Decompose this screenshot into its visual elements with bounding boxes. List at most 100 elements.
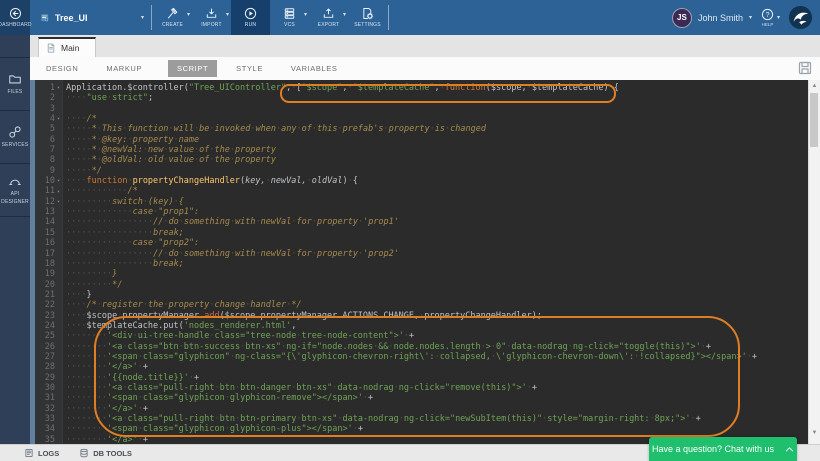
line-number[interactable]: 31: [35, 393, 62, 403]
line-number[interactable]: 28: [35, 362, 62, 372]
line-number[interactable]: 3: [35, 104, 62, 114]
fold-marker-icon[interactable]: ▾: [55, 197, 62, 207]
code-line[interactable]: 27········'<span·class="glyphicon"·ng-cl…: [35, 352, 809, 362]
code-line[interactable]: 26········'<a·class="btn·btn-success·btn…: [35, 342, 809, 352]
line-number[interactable]: 25: [35, 331, 62, 341]
line-number[interactable]: 23: [35, 311, 62, 321]
code-line[interactable]: 5·····*·This·function·will·be·invoked·wh…: [35, 124, 809, 134]
code-line[interactable]: 19·········}: [35, 269, 809, 279]
line-number[interactable]: 6: [35, 135, 62, 145]
subtab-design[interactable]: DESIGN: [44, 60, 80, 77]
code-line[interactable]: 31········'<span·class="glyphicon·glyphi…: [35, 393, 809, 403]
code-line[interactable]: 29········'{{node.title}}'·+: [35, 373, 809, 383]
subtab-variables[interactable]: VARIABLES: [289, 60, 340, 77]
fold-marker-icon[interactable]: ▾: [55, 83, 62, 93]
code-line[interactable]: 15·················break;: [35, 228, 809, 238]
code-line[interactable]: 7·····*·@newVal:·new·value·of·the·proper…: [35, 145, 809, 155]
line-number[interactable]: 12▾: [35, 197, 62, 207]
fold-marker-icon[interactable]: ▾: [55, 187, 62, 197]
line-number[interactable]: 20: [35, 280, 62, 290]
line-number[interactable]: 33: [35, 414, 62, 424]
code-line[interactable]: 16·············case·"prop2":: [35, 238, 809, 248]
code-line[interactable]: 24····$templateCache.put('nodes_renderer…: [35, 321, 809, 331]
line-number[interactable]: 26: [35, 342, 62, 352]
sidebar-item-api-designer[interactable]: API DESIGNER: [0, 164, 30, 217]
sidebar-item-files[interactable]: FILES: [0, 57, 30, 111]
fold-marker-icon[interactable]: ▾: [55, 114, 62, 124]
project-selector[interactable]: Tree_UI ▾: [30, 0, 150, 35]
line-number[interactable]: 9: [35, 166, 62, 176]
toolbar-button-import[interactable]: IMPORT▾: [192, 0, 231, 35]
code-line[interactable]: 30········'<a·class="pull-right·btn·btn-…: [35, 383, 809, 393]
line-number[interactable]: 19: [35, 269, 62, 279]
code-line[interactable]: 23····$scope.propertyManager.add($scope.…: [35, 311, 809, 321]
line-number[interactable]: 2: [35, 93, 62, 103]
line-number[interactable]: 14: [35, 217, 62, 227]
code-line[interactable]: 25········'<div·ui-tree-handle·class="tr…: [35, 331, 809, 341]
line-number[interactable]: 29: [35, 373, 62, 383]
scrollbar-thumb[interactable]: [810, 93, 818, 147]
line-number[interactable]: 21: [35, 290, 62, 300]
subtab-style[interactable]: STYLE: [234, 60, 265, 77]
line-number[interactable]: 4▾: [35, 114, 62, 124]
code-line[interactable]: 34········'<span·class="glyphicon·glyphi…: [35, 424, 809, 434]
line-number[interactable]: 15: [35, 228, 62, 238]
code-line[interactable]: 17·················//·do·something·with·…: [35, 249, 809, 259]
code-line[interactable]: 2····"use·strict";: [35, 93, 809, 103]
toolbar-button-create[interactable]: CREATE▾: [153, 0, 192, 35]
save-button[interactable]: [797, 60, 813, 81]
code-line[interactable]: 13·············case·"prop1":: [35, 207, 809, 217]
sidebar-item-services[interactable]: SERVICES: [0, 111, 30, 164]
line-number[interactable]: 18: [35, 259, 62, 269]
editor-scrollbar[interactable]: ▲ ▼: [808, 80, 820, 444]
line-number[interactable]: 5: [35, 124, 62, 134]
line-number[interactable]: 7: [35, 145, 62, 155]
line-number[interactable]: 30: [35, 383, 62, 393]
code-line[interactable]: 18·················break;: [35, 259, 809, 269]
scroll-up-icon[interactable]: ▲: [809, 81, 820, 91]
code-line[interactable]: 3: [35, 104, 809, 114]
code-line[interactable]: 11▾············/*: [35, 186, 809, 196]
line-number[interactable]: 16: [35, 238, 62, 248]
code-line[interactable]: 22····/*·register·the·property·change·ha…: [35, 300, 809, 310]
line-number[interactable]: 32: [35, 404, 62, 414]
user-menu[interactable]: JS John Smith ▾: [672, 8, 752, 28]
code-line[interactable]: 8·····*·@oldVal:·old·value·of·the·proper…: [35, 155, 809, 165]
line-number[interactable]: 11▾: [35, 186, 62, 196]
tab-main[interactable]: Main: [38, 37, 96, 57]
line-number[interactable]: 1▾: [35, 83, 62, 93]
code-line[interactable]: 21····}: [35, 290, 809, 300]
line-number[interactable]: 35: [35, 435, 62, 444]
line-number[interactable]: 17: [35, 249, 62, 259]
code-line[interactable]: 10▾····function·propertyChangeHandler(ke…: [35, 176, 809, 186]
line-number[interactable]: 22: [35, 300, 62, 310]
toolbar-button-settings[interactable]: SETTINGS: [348, 0, 387, 35]
code-line[interactable]: 9·····*/: [35, 166, 809, 176]
help-menu[interactable]: ? HELP ▾: [761, 8, 780, 27]
code-line[interactable]: 1▾Application.$controller("Tree_UIContro…: [35, 83, 809, 93]
line-number[interactable]: 24: [35, 321, 62, 331]
subtab-script[interactable]: SCRIPT: [168, 60, 217, 77]
subtab-markup[interactable]: MARKUP: [104, 60, 144, 77]
line-number[interactable]: 10▾: [35, 176, 62, 186]
code-line[interactable]: 14·················//·do·something·with·…: [35, 217, 809, 227]
fold-marker-icon[interactable]: ▾: [55, 176, 62, 186]
code-line[interactable]: 6·····*·@key:·property·name: [35, 135, 809, 145]
toolbar-button-export[interactable]: EXPORT▾: [309, 0, 348, 35]
code-line[interactable]: 32········'</a>'·+: [35, 404, 809, 414]
code-line[interactable]: 20·········*/: [35, 280, 809, 290]
toolbar-button-run[interactable]: RUN: [231, 0, 270, 35]
code-editor[interactable]: 1▾Application.$controller("Tree_UIContro…: [30, 80, 820, 444]
code-line[interactable]: 12▾·········switch·(key)·{: [35, 197, 809, 207]
statusbar-item-db-tools[interactable]: DB TOOLS: [79, 448, 132, 458]
chat-widget-button[interactable]: Have a question? Chat with us: [649, 437, 797, 461]
line-number[interactable]: 13: [35, 207, 62, 217]
dashboard-button[interactable]: DASHBOARD: [0, 0, 30, 35]
code-line[interactable]: 4▾····/*: [35, 114, 809, 124]
code-line[interactable]: 28········'</a>'·+: [35, 362, 809, 372]
statusbar-item-logs[interactable]: LOGS: [24, 448, 59, 458]
code-line[interactable]: 33········'<a·class="pull-right·btn·btn-…: [35, 414, 809, 424]
line-number[interactable]: 27: [35, 352, 62, 362]
line-number[interactable]: 34: [35, 424, 62, 434]
toolbar-button-vcs[interactable]: VCS▾: [270, 0, 309, 35]
